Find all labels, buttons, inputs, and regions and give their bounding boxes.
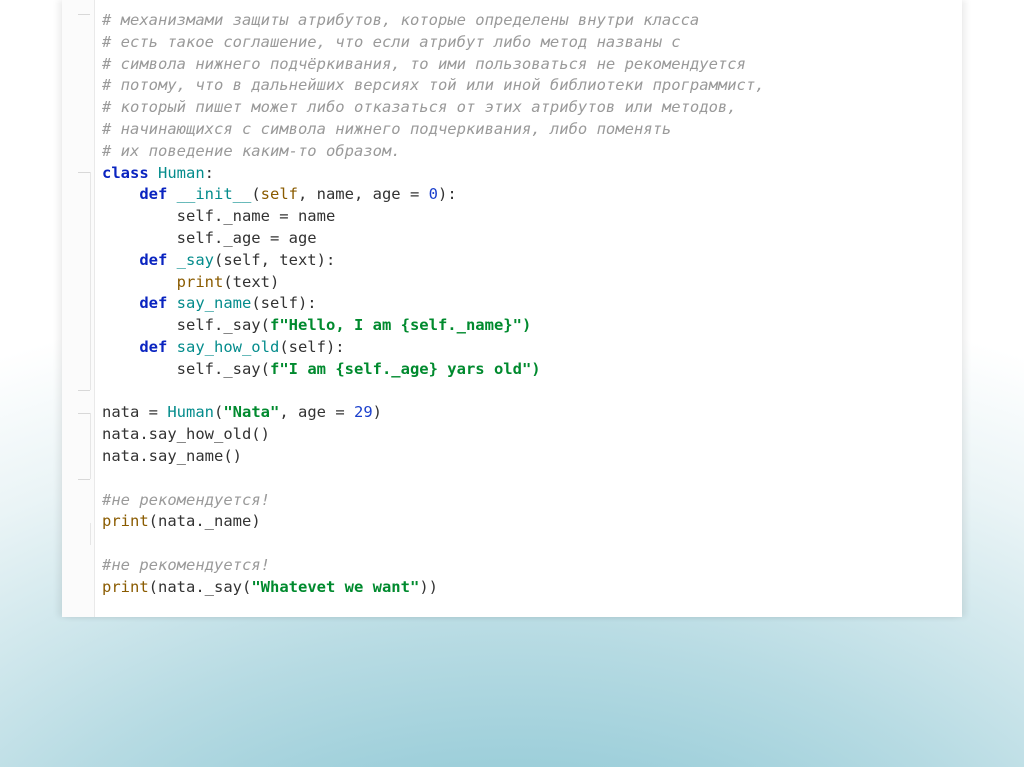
comment-line: # потому, что в дальнейших версиях той и… — [102, 76, 765, 94]
comment-line: # начинающихся с символа нижнего подчерк… — [102, 120, 671, 138]
params-text: (self): — [251, 294, 316, 312]
call-say-how-old: nata.say_how_old() — [102, 425, 270, 443]
nata-assign-left: nata = — [102, 403, 167, 421]
assign-age-line: self._age = age — [177, 229, 317, 247]
self-keyword: self — [261, 185, 298, 203]
keyword-def: def — [139, 185, 176, 203]
keyword-def: def — [139, 251, 176, 269]
fstring-body: I am {self._age} yars old — [289, 360, 522, 378]
fstring-body: Hello, I am {self._name} — [289, 316, 513, 334]
code-block: # механизмами защиты атрибутов, которые … — [102, 10, 948, 599]
slide-card: # механизмами защиты атрибутов, которые … — [62, 0, 962, 617]
editor-gutter — [62, 0, 95, 617]
close-paren-colon: ): — [438, 185, 457, 203]
fstring-close: ") — [522, 360, 541, 378]
number-zero: 0 — [429, 185, 438, 203]
comment-not-recommended: #не рекомендуется! — [102, 491, 270, 509]
assign-name-line: self._name = name — [177, 207, 336, 225]
age-keyword: , age = — [279, 403, 354, 421]
human-ctor: Human — [167, 403, 214, 421]
comment-line: # есть такое соглашение, что если атрибу… — [102, 33, 681, 51]
params-text: (self): — [279, 338, 344, 356]
builtin-print: print — [177, 273, 224, 291]
params-text: , name, age = — [298, 185, 429, 203]
paren-open: ( — [251, 185, 260, 203]
print-args: (text) — [223, 273, 279, 291]
number-29: 29 — [354, 403, 373, 421]
call-prefix: self._say( — [177, 316, 270, 334]
keyword-def: def — [139, 338, 176, 356]
fstring-close: ") — [513, 316, 532, 334]
method-say: _say — [177, 251, 214, 269]
method-say-how-old: say_how_old — [177, 338, 280, 356]
keyword-def: def — [139, 294, 176, 312]
comment-line: # механизмами защиты атрибутов, которые … — [102, 11, 699, 29]
keyword-class: class — [102, 164, 158, 182]
string-whatever: "Whatevet we want" — [251, 578, 419, 596]
comment-not-recommended: #не рекомендуется! — [102, 556, 270, 574]
string-nata: "Nata" — [223, 403, 279, 421]
fstring-prefix: f" — [270, 360, 289, 378]
print-args-close: )) — [419, 578, 438, 596]
class-name: Human — [158, 164, 205, 182]
fstring-prefix: f" — [270, 316, 289, 334]
comment-line: # символа нижнего подчёркивания, то ими … — [102, 55, 746, 73]
method-init: __init__ — [177, 185, 252, 203]
params-text: (self, text): — [214, 251, 335, 269]
print-args: (nata._name) — [149, 512, 261, 530]
call-say-name: nata.say_name() — [102, 447, 242, 465]
paren-open: ( — [214, 403, 223, 421]
builtin-print: print — [102, 512, 149, 530]
comment-line: # их поведение каким-то образом. — [102, 142, 401, 160]
builtin-print: print — [102, 578, 149, 596]
method-say-name: say_name — [177, 294, 252, 312]
print-args-prefix: (nata._say( — [149, 578, 252, 596]
paren-close: ) — [373, 403, 382, 421]
comment-line: # который пишет может либо отказаться от… — [102, 98, 737, 116]
call-prefix: self._say( — [177, 360, 270, 378]
